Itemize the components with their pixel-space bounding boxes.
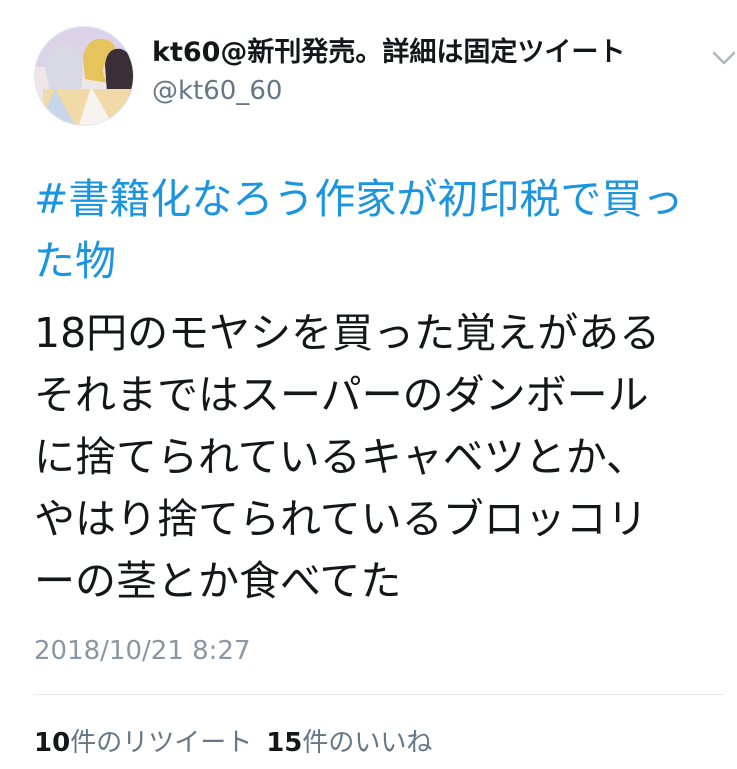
tweet-text: 18円のモヤシを買った覚えがある それまではスーパーのダンボール に捨てられてい…	[34, 309, 661, 605]
retweets-count: 10	[34, 728, 71, 758]
user-handle[interactable]: @kt60_60	[152, 74, 625, 108]
tweet-header: kt60@新刊発売。詳細は固定ツイート @kt60_60	[34, 26, 736, 126]
author-names: kt60@新刊発売。詳細は固定ツイート @kt60_60	[152, 36, 625, 108]
chevron-down-icon[interactable]	[710, 48, 737, 68]
likes-count: 15	[266, 728, 303, 758]
likes-label: 件のいいね	[302, 728, 433, 758]
timestamp[interactable]: 2018/10/21 8:27	[34, 636, 251, 666]
likes-stat[interactable]: 15件のいいね	[266, 728, 432, 758]
avatar[interactable]	[34, 26, 134, 126]
hashtag-link[interactable]: #書籍化なろう作家が初印税で買った物	[34, 168, 704, 292]
display-name[interactable]: kt60@新刊発売。詳細は固定ツイート	[152, 36, 625, 70]
retweets-label: 件のリツイート	[70, 728, 253, 758]
retweets-stat[interactable]: 10件のリツイート	[34, 728, 252, 758]
tweet-stats: 10件のリツイート 15件のいいね	[34, 722, 432, 759]
divider	[34, 694, 724, 695]
